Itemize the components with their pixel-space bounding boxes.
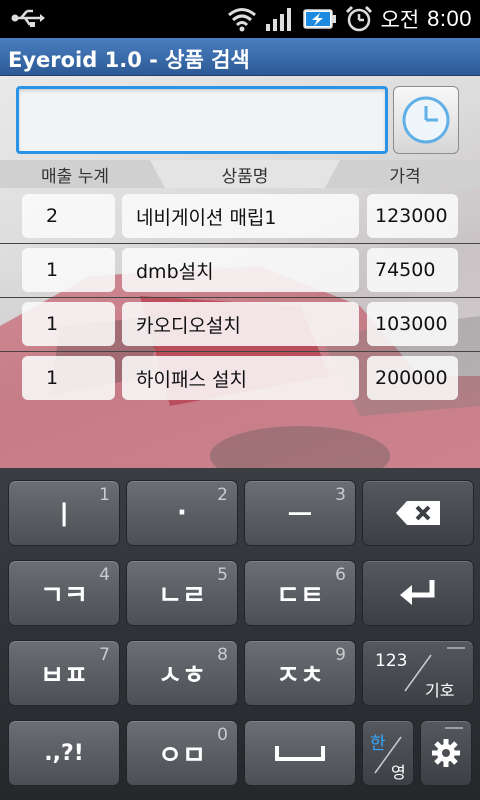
signal-icon — [265, 8, 291, 31]
language-toggle-key[interactable]: 한 영 — [362, 720, 414, 786]
key-jieut-chieut[interactable]: ㅈㅊ 9 — [244, 640, 356, 706]
row-price: 74500 — [367, 248, 458, 292]
key-bieup-pieup[interactable]: ㅂㅍ 7 — [8, 640, 120, 706]
status-ampm: 오전 — [380, 8, 420, 32]
header-sales-total[interactable]: 매출 누계 — [0, 160, 150, 188]
status-time: 8:00 — [427, 6, 472, 31]
clock-icon — [402, 96, 450, 144]
key-label-bottom: 영 — [391, 763, 406, 782]
row-sales-count: 2 — [22, 194, 115, 238]
table-row[interactable]: 1 dmb설치 74500 — [0, 244, 480, 298]
key-indicator — [447, 647, 465, 649]
row-sales-count: 1 — [22, 248, 115, 292]
row-product-name: 하이패스 설치 — [122, 356, 359, 400]
key-number: 3 — [335, 485, 346, 505]
key-giyeok-kieuk[interactable]: ㄱㅋ 4 — [8, 560, 120, 626]
backspace-key[interactable] — [362, 480, 474, 546]
space-icon — [275, 746, 325, 761]
key-punctuation[interactable]: .,?! — [8, 720, 120, 786]
header-product-name[interactable]: 상품명 — [165, 160, 325, 188]
table-row[interactable]: 1 하이패스 설치 200000 — [0, 352, 480, 406]
header-price[interactable]: 가격 — [340, 160, 470, 188]
table-row[interactable]: 2 네비게이션 매립1 123000 — [0, 190, 480, 244]
content-area: 매출 누계 상품명 가격 2 네비게이션 매립1 123000 1 dmb설치 … — [0, 76, 480, 468]
space-key[interactable] — [244, 720, 356, 786]
key-number: 9 — [335, 645, 346, 665]
key-i[interactable]: ㅣ 1 — [8, 480, 120, 546]
key-number: 6 — [335, 565, 346, 585]
row-price: 200000 — [367, 356, 458, 400]
row-product-name: 카오디오설치 — [122, 302, 359, 346]
row-product-name: 네비게이션 매립1 — [122, 194, 359, 238]
alarm-icon — [345, 5, 372, 32]
key-label-bottom: 기호 — [425, 681, 455, 700]
search-input[interactable] — [16, 86, 388, 154]
key-digeut-tieut[interactable]: ㄷㅌ 6 — [244, 560, 356, 626]
key-number: 0 — [217, 725, 228, 745]
enter-key[interactable] — [362, 560, 474, 626]
wifi-icon — [227, 8, 256, 32]
key-indicator — [445, 727, 463, 729]
usb-icon — [11, 9, 45, 27]
symbols-key[interactable]: 123 기호 — [362, 640, 474, 706]
table-header: 매출 누계 상품명 가격 — [0, 160, 480, 188]
key-number: 5 — [217, 565, 228, 585]
row-price: 123000 — [367, 194, 458, 238]
key-nieun-rieul[interactable]: ㄴㄹ 5 — [126, 560, 238, 626]
table-row[interactable]: 1 카오디오설치 103000 — [0, 298, 480, 352]
key-number: 4 — [99, 565, 110, 585]
key-number: 8 — [217, 645, 228, 665]
row-sales-count: 1 — [22, 302, 115, 346]
settings-key[interactable] — [420, 720, 472, 786]
app-title: Eyeroid 1.0 - 상품 검색 — [8, 48, 250, 72]
row-price: 103000 — [367, 302, 458, 346]
key-eu[interactable]: ㅡ 3 — [244, 480, 356, 546]
key-number: 1 — [99, 485, 110, 505]
settings-gear-icon — [432, 739, 460, 767]
key-dot[interactable]: · 2 — [126, 480, 238, 546]
key-ieung-mieum[interactable]: ㅇㅁ 0 — [126, 720, 238, 786]
row-sales-count: 1 — [22, 356, 115, 400]
backspace-icon — [396, 501, 440, 525]
battery-charging-icon — [302, 9, 336, 29]
key-label: .,?! — [44, 740, 84, 766]
key-siot-hieut[interactable]: ㅅㅎ 8 — [126, 640, 238, 706]
key-number: 2 — [217, 485, 228, 505]
key-number: 7 — [99, 645, 110, 665]
enter-icon — [400, 580, 435, 605]
row-product-name: dmb설치 — [122, 248, 359, 292]
app-title-bar: Eyeroid 1.0 - 상품 검색 — [0, 38, 480, 76]
korean-keyboard: ㅣ 1 · 2 ㅡ 3 ㄱㅋ 4 ㄴㄹ 5 ㄷㅌ 6 ㅂㅍ 7 ㅅㅎ 8 ㅈㅊ … — [0, 468, 480, 800]
status-bar: 오전 8:00 — [0, 0, 480, 38]
history-button[interactable] — [393, 86, 459, 154]
